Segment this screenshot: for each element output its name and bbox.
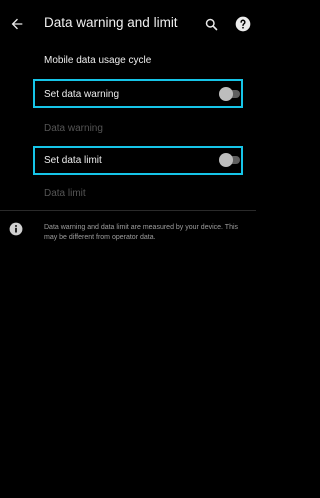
data-warning-item: Data warning xyxy=(44,123,103,134)
arrow-back-icon[interactable] xyxy=(5,12,29,36)
usage-cycle-item[interactable]: Mobile data usage cycle xyxy=(44,55,151,66)
data-limit-item: Data limit xyxy=(44,188,86,199)
data-limit-toggle[interactable] xyxy=(219,153,241,167)
info-footer-text: Data warning and data limit are measured… xyxy=(44,224,239,241)
search-icon[interactable] xyxy=(199,12,223,36)
help-icon[interactable] xyxy=(231,12,255,36)
info-icon xyxy=(9,222,23,236)
page-title: Data warning and limit xyxy=(44,15,178,30)
set-data-warning-label: Set data warning xyxy=(44,89,120,100)
set-data-limit-label: Set data limit xyxy=(44,155,102,166)
divider xyxy=(0,210,256,211)
app-bar: Data warning and limit xyxy=(0,0,256,48)
data-warning-toggle[interactable] xyxy=(219,87,241,101)
